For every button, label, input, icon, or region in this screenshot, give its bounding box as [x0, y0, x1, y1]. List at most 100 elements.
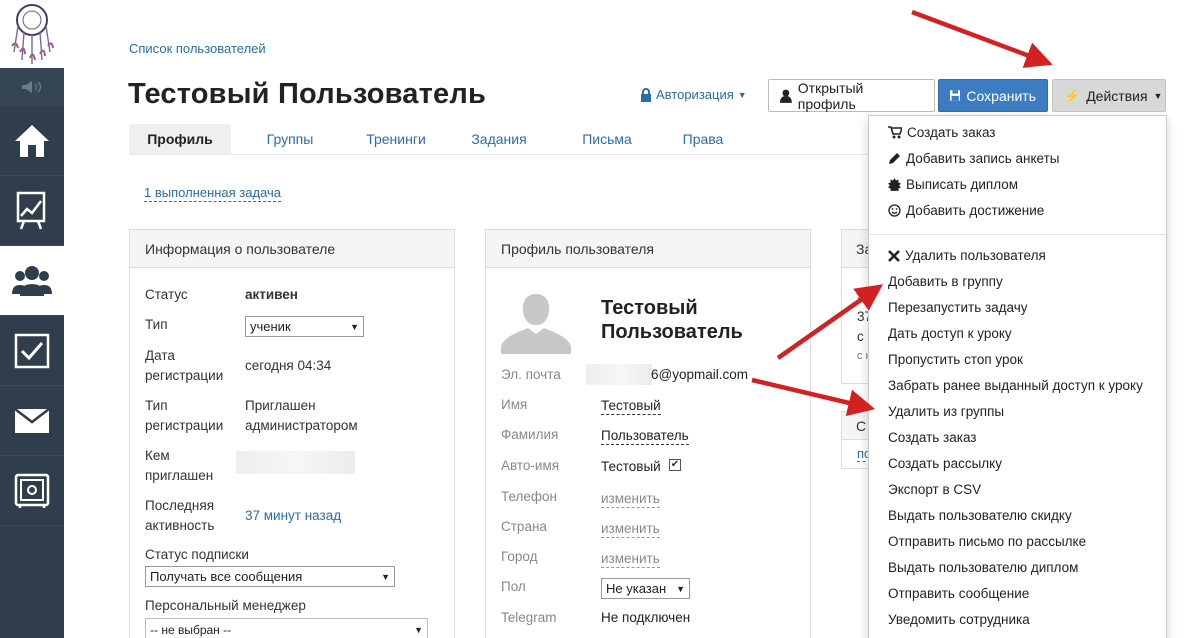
caret-down-icon: ▼: [737, 89, 747, 100]
caret-down-icon: ▼: [350, 321, 359, 332]
email-label: Эл. почта: [501, 367, 561, 382]
tab-groups[interactable]: Группы: [231, 124, 349, 154]
menu-item-remove-from-group[interactable]: Удалить из группы: [888, 404, 1004, 419]
invited-by-label: Кем приглашен: [145, 446, 213, 486]
menu-item-send-message[interactable]: Отправить сообщение: [888, 586, 1029, 601]
dreamcatcher-logo-icon: [11, 4, 54, 64]
open-profile-button[interactable]: Открытый профиль: [768, 79, 935, 112]
checkbox-icon[interactable]: [0, 316, 64, 386]
profile-name: Тестовый Пользователь: [601, 296, 743, 344]
tab-tasks[interactable]: Задания: [443, 124, 555, 154]
auto-name-checkbox[interactable]: ✔: [669, 459, 681, 471]
caret-down-icon: ▼: [381, 571, 390, 582]
type-value: ученик: [250, 319, 291, 334]
status-value: активен: [245, 287, 298, 302]
menu-divider: [869, 234, 1166, 235]
actions-button[interactable]: ⚡ Действия ▼: [1052, 79, 1166, 112]
type-select[interactable]: ученик ▼: [245, 316, 364, 337]
floppy-icon: [950, 90, 961, 101]
home-icon[interactable]: [0, 106, 64, 176]
mail-icon[interactable]: [0, 386, 64, 456]
menu-item-give-discount[interactable]: Выдать пользователю скидку: [888, 508, 1072, 523]
city-label: Город: [501, 549, 538, 564]
menu-item-delete-user[interactable]: Удалить пользователя: [888, 248, 1046, 263]
menu-item-grant-lesson[interactable]: Дать доступ к уроку: [888, 326, 1012, 341]
menu-item-create-order[interactable]: Создать заказ: [888, 125, 996, 140]
panel-title: Информация о пользователе: [130, 230, 454, 268]
first-name-value[interactable]: Тестовый: [601, 397, 661, 415]
safe-icon[interactable]: [0, 456, 64, 526]
menu-item-create-mailing[interactable]: Создать рассылку: [888, 456, 1002, 471]
menu-item-restart-task[interactable]: Перезапустить задачу: [888, 300, 1028, 315]
tab-trainings[interactable]: Тренинги: [349, 124, 443, 154]
speaker-icon[interactable]: [0, 68, 64, 106]
third-panel-text: с: [857, 329, 864, 344]
menu-item-skip-stop-lesson[interactable]: Пропустить стоп урок: [888, 352, 1023, 367]
caret-down-icon: ▼: [414, 625, 423, 635]
manager-select[interactable]: -- не выбран -- ▼: [145, 618, 428, 638]
tab-profile[interactable]: Профиль: [129, 124, 231, 154]
menu-item-revoke-lesson[interactable]: Забрать ранее выданный доступ к уроку: [888, 378, 1143, 393]
breadcrumb[interactable]: Список пользователей: [129, 41, 266, 56]
auto-name-label: Авто-имя: [501, 458, 560, 473]
menu-item-add-to-group[interactable]: Добавить в группу: [888, 274, 1003, 289]
country-edit-link[interactable]: изменить: [601, 520, 660, 538]
menu-item-send-mailing-letter[interactable]: Отправить письмо по рассылке: [888, 534, 1086, 549]
reg-date-label: Дата регистрации: [145, 346, 223, 386]
sidebar: [0, 0, 64, 638]
reg-type-value: Приглашен администратором: [245, 396, 358, 436]
menu-item-issue-diploma[interactable]: Выписать диплом: [888, 177, 1018, 192]
cart-icon: [888, 126, 902, 139]
auto-name-value: Тестовый: [601, 459, 661, 474]
last-name-label: Фамилия: [501, 427, 559, 442]
menu-item-add-achievement[interactable]: Добавить достижение: [888, 203, 1044, 218]
reg-date-label-line: регистрации: [145, 368, 224, 383]
caret-down-icon: ▼: [1153, 90, 1163, 101]
subscription-label: Статус подписки: [145, 547, 249, 562]
third-panel-link[interactable]: З: [857, 288, 865, 303]
actions-dropdown-menu: Создать заказ Добавить запись анкеты Вып…: [868, 115, 1167, 638]
save-button[interactable]: Сохранить: [938, 79, 1048, 112]
logo: [0, 0, 64, 68]
gender-select[interactable]: Не указан ▼: [601, 578, 690, 599]
telegram-label: Telegram: [501, 610, 557, 625]
pencil-icon: [889, 153, 900, 164]
auth-dropdown[interactable]: Авторизация ▼: [640, 87, 747, 102]
manager-value: -- не выбран --: [150, 623, 232, 637]
tab-rights[interactable]: Права: [659, 124, 747, 154]
city-edit-link[interactable]: изменить: [601, 550, 660, 568]
bolt-icon: ⚡: [1064, 87, 1081, 103]
avatar-placeholder-icon: [501, 288, 571, 354]
save-label: Сохранить: [966, 87, 1036, 104]
menu-item-label: Создать заказ: [907, 125, 996, 140]
menu-item-label: Удалить пользователя: [905, 248, 1046, 263]
profile-name-line: Тестовый: [601, 297, 698, 319]
reg-type-value-line: Приглашен: [245, 398, 316, 413]
menu-item-notify-employee[interactable]: Уведомить сотрудника: [888, 612, 1030, 627]
first-name-label: Имя: [501, 397, 528, 412]
menu-item-add-survey[interactable]: Добавить запись анкеты: [888, 151, 1059, 166]
last-name-value[interactable]: Пользователь: [601, 427, 689, 445]
reg-type-label-line: регистрации: [145, 418, 224, 433]
actions-label: Действия: [1086, 87, 1148, 104]
subscription-select[interactable]: Получать все сообщения ▼: [145, 566, 395, 587]
completed-task-link[interactable]: 1 выполненная задача: [144, 185, 282, 202]
users-icon[interactable]: [0, 246, 64, 316]
open-profile-label: Открытый профиль: [797, 79, 864, 112]
invited-by-label-line: Кем: [145, 448, 170, 463]
phone-edit-link[interactable]: изменить: [601, 490, 660, 508]
close-icon: [888, 249, 900, 262]
last-activity-link[interactable]: 37 минут назад: [245, 506, 341, 526]
menu-item-label: Добавить достижение: [906, 203, 1045, 218]
tab-letters[interactable]: Письма: [555, 124, 659, 154]
gender-value: Не указан: [606, 581, 667, 596]
country-label: Страна: [501, 519, 547, 534]
menu-item-give-diploma[interactable]: Выдать пользователю диплом: [888, 560, 1078, 575]
arrow-to-actions: [911, 9, 1053, 68]
page-title: Тестовый Пользователь: [128, 78, 487, 110]
redacted-inviter: [236, 451, 355, 474]
menu-item-export-csv[interactable]: Экспорт в CSV: [888, 482, 981, 497]
menu-item-create-order-2[interactable]: Создать заказ: [888, 430, 977, 445]
chart-icon[interactable]: [0, 176, 64, 246]
last-activity-label-line: Последняя: [145, 498, 215, 513]
